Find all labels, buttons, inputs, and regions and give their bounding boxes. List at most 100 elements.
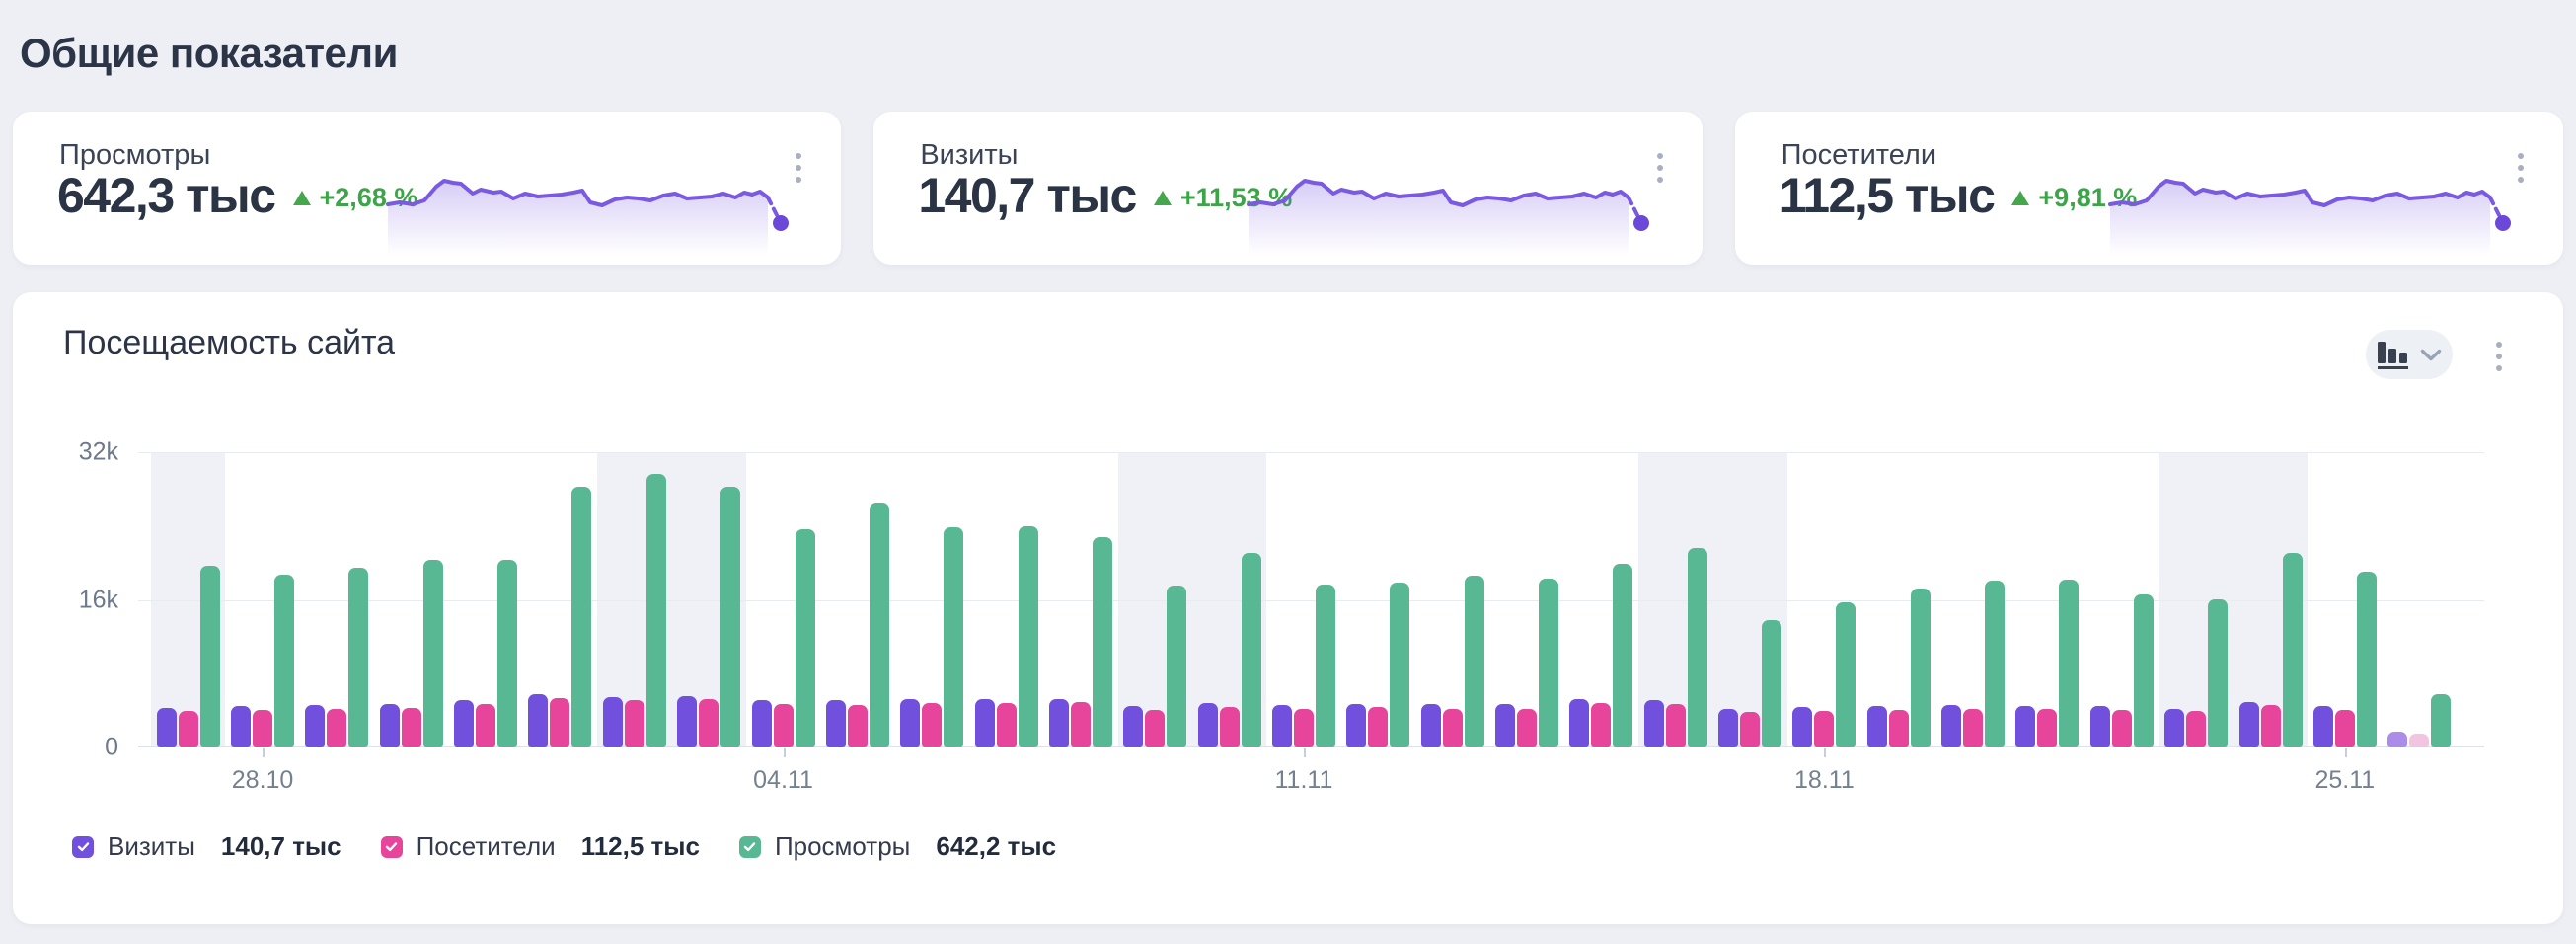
bar-chart-plot: 32k16k028.1004.1111.1118.1125.11 (138, 452, 2484, 747)
bar-views (646, 474, 666, 747)
bar-visits (157, 708, 177, 747)
bar-views (1911, 589, 1931, 747)
bar-visitors (625, 700, 644, 747)
bar-visits (2387, 732, 2407, 747)
chart-title: Посещаемость сайта (63, 324, 395, 362)
gridline (138, 452, 2484, 453)
bar-visits (454, 700, 474, 747)
checkbox-checked-icon[interactable] (72, 836, 94, 858)
bar-views (423, 560, 443, 747)
bar-visits (900, 699, 920, 747)
bar-views (2431, 694, 2451, 747)
x-axis-tick (1304, 748, 1306, 757)
bar-visits (2313, 706, 2333, 747)
bar-visitors (327, 709, 346, 747)
kpi-card-visits: Визиты 140,7 тыс +11,53 % (873, 112, 1702, 265)
legend-value: 642,2 тыс (936, 831, 1056, 862)
kpi-value-row: 642,3 тыс +2,68 % (57, 169, 417, 223)
chart-type-selector[interactable] (2366, 330, 2453, 379)
bar-views (1688, 548, 1707, 747)
card-menu-button[interactable] (790, 147, 807, 189)
kpi-card-views: Просмотры 642,3 тыс +2,68 % (13, 112, 841, 265)
bar-views (1613, 564, 1632, 747)
bar-visits (2090, 706, 2110, 747)
bar-visits (2015, 706, 2035, 747)
bar-visits (528, 694, 548, 747)
bar-visits (603, 697, 623, 747)
legend-item-visits[interactable]: Визиты 140,7 тыс (72, 831, 341, 862)
chart-legend: Визиты 140,7 тыс Посетители 112,5 тыс Пр… (72, 831, 1056, 862)
bar-visits (1718, 709, 1738, 747)
kpi-value: 642,3 тыс (57, 169, 275, 223)
legend-item-visitors[interactable]: Посетители 112,5 тыс (381, 831, 700, 862)
bar-visitors (1220, 707, 1240, 747)
bar-views (1167, 586, 1186, 747)
bar-visits (1941, 705, 1961, 747)
bar-visitors (1591, 703, 1611, 747)
legend-label: Визиты (108, 831, 195, 862)
bar-visits (1198, 703, 1218, 747)
bar-views (2059, 580, 2079, 747)
bar-visitors (1889, 710, 1909, 747)
bar-views (2283, 553, 2303, 747)
bar-visitors (179, 711, 198, 747)
bar-visits (231, 706, 251, 747)
legend-item-views[interactable]: Просмотры 642,2 тыс (739, 831, 1056, 862)
bar-visits (826, 700, 846, 747)
bar-visits (1644, 700, 1664, 747)
bar-views (1836, 602, 1856, 747)
bar-visitors (1294, 709, 1314, 747)
bar-views (274, 575, 294, 747)
bar-visitors (1517, 709, 1537, 747)
legend-value: 112,5 тыс (581, 831, 700, 862)
bar-visits (677, 696, 697, 747)
bar-visitors (2409, 734, 2429, 747)
kpi-value: 140,7 тыс (918, 169, 1136, 223)
bar-visits (1569, 699, 1589, 747)
bar-chart-icon (2378, 340, 2409, 369)
legend-label: Просмотры (775, 831, 910, 862)
sparkline-chart (386, 157, 795, 256)
bar-visits (752, 700, 772, 747)
bar-visitors (1814, 711, 1834, 747)
bar-visitors (922, 703, 942, 747)
bar-views (571, 487, 591, 747)
bar-visits (975, 699, 995, 747)
up-arrow-icon (2011, 191, 2029, 205)
bar-visits (2164, 709, 2184, 747)
bar-visitors (774, 704, 794, 747)
bar-visitors (1368, 707, 1388, 747)
sparkline-chart (1247, 157, 1655, 256)
x-axis-label: 28.10 (232, 766, 294, 795)
bar-visitors (2112, 710, 2132, 747)
kpi-value-row: 140,7 тыс +11,53 % (918, 169, 1292, 223)
checkbox-checked-icon[interactable] (381, 836, 403, 858)
traffic-chart-card: Посещаемость сайта 32k16k028.1004.1111.1… (13, 292, 2563, 924)
bar-visitors (253, 710, 272, 747)
bar-visitors (2186, 711, 2206, 747)
bar-visits (305, 705, 325, 747)
x-axis-label: 04.11 (753, 766, 813, 795)
chart-menu-button[interactable] (2490, 336, 2508, 377)
bar-views (1465, 576, 1484, 747)
bar-views (796, 529, 815, 747)
bar-visitors (476, 704, 495, 747)
x-axis-label: 11.11 (1275, 766, 1333, 795)
bar-visits (1049, 699, 1069, 747)
y-axis-label: 16k (57, 586, 118, 614)
card-menu-button[interactable] (1651, 147, 1669, 189)
card-menu-button[interactable] (2512, 147, 2530, 189)
bar-views (1316, 585, 1335, 747)
bar-visits (1495, 704, 1515, 747)
bar-visits (1421, 704, 1441, 747)
x-axis-tick (263, 748, 265, 757)
bar-visitors (2261, 705, 2281, 747)
x-axis-label: 25.11 (2314, 766, 2375, 795)
bar-views (1093, 537, 1112, 747)
checkbox-checked-icon[interactable] (739, 836, 761, 858)
kpi-value-row: 112,5 тыс +9,81 % (1780, 169, 2138, 223)
bar-visitors (699, 699, 719, 747)
bar-visits (1123, 706, 1143, 747)
x-axis-tick (1824, 748, 1826, 757)
bar-visitors (402, 708, 421, 747)
